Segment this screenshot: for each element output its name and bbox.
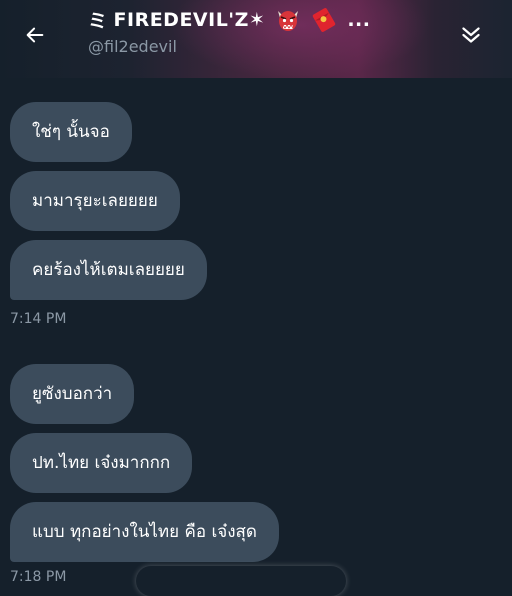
message-text: ปท.ไทย เจ๋งมากกก [32, 453, 171, 473]
message-bubble[interactable]: ปท.ไทย เจ๋งมากกก [10, 433, 193, 493]
message-bubble[interactable]: มามารุยะเลยยยย [10, 171, 180, 231]
message-text: มามารุยะเลยยยย [32, 191, 158, 211]
message-timestamp: 7:14 PM [10, 311, 67, 327]
message-timestamp: 7:18 PM [10, 569, 67, 585]
message-bubble[interactable]: แบบ ทุกอย่างในไทย คือ เจ๋งสุด [10, 502, 279, 562]
message-bubble[interactable]: ใช่ๆ นั้นจอ [10, 102, 132, 162]
message-text: ยูซังบอกว่า [32, 384, 113, 404]
message-text: คยร้องไห้เตมเลยยยย [32, 260, 185, 280]
message-bubble[interactable]: ยูซังบอกว่า [10, 364, 135, 424]
new-messages-pill[interactable] [136, 566, 346, 596]
message-bubble[interactable]: คยร้องไห้เตมเลยยยย [10, 240, 207, 300]
message-list[interactable]: ใช่ๆ นั้นจอ มามารุยะเลยยยย คยร้องไห้เตมเ… [0, 0, 512, 596]
message-text: ใช่ๆ นั้นจอ [32, 122, 110, 142]
message-text: แบบ ทุกอย่างในไทย คือ เจ๋งสุด [32, 522, 257, 542]
